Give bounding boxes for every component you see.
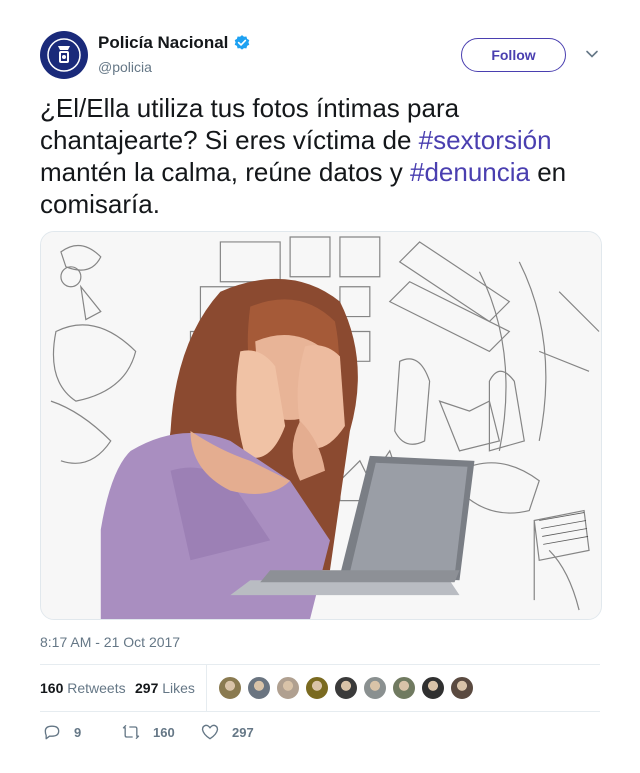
avatar[interactable] xyxy=(40,31,88,79)
chevron-down-icon[interactable] xyxy=(585,47,599,61)
liker-avatar[interactable] xyxy=(218,676,242,700)
liker-avatar[interactable] xyxy=(247,676,271,700)
reply-button[interactable]: 9 xyxy=(42,722,81,742)
liker-avatar[interactable] xyxy=(363,676,387,700)
verified-badge-icon xyxy=(235,35,250,50)
liker-avatar[interactable] xyxy=(421,676,445,700)
author-name-block[interactable]: Policía Nacional @policia xyxy=(98,33,251,75)
author-display-name[interactable]: Policía Nacional xyxy=(98,33,228,53)
liker-avatars xyxy=(218,676,474,700)
retweets-count: 160 xyxy=(40,680,64,696)
retweet-count: 160 xyxy=(153,724,175,740)
likes-stat[interactable]: 297 Likes xyxy=(135,680,195,696)
retweets-label: Retweets xyxy=(67,680,126,696)
tweet-text-segment: ¿El/Ella utiliza tus fotos íntimas para … xyxy=(40,93,460,155)
woman-laptop-illustration xyxy=(41,232,601,619)
retweets-stat[interactable]: 160 Retweets xyxy=(40,680,126,696)
tweet-text-segment: mantén la calma, reúne datos y xyxy=(40,157,410,187)
stats-divider xyxy=(206,665,207,712)
tweet-text: ¿El/Ella utiliza tus fotos íntimas para … xyxy=(40,92,605,220)
like-button[interactable]: 297 xyxy=(200,722,254,742)
likes-count: 297 xyxy=(135,680,159,696)
like-count: 297 xyxy=(232,724,254,740)
tweet-actions: 9 160 297 xyxy=(40,722,600,746)
tweet-header: Policía Nacional @policia Follow xyxy=(40,31,602,81)
reply-icon xyxy=(44,725,60,740)
tweet-stats: 160 Retweets 297 Likes xyxy=(40,664,600,712)
reply-count: 9 xyxy=(74,724,82,740)
tweet-timestamp[interactable]: 8:17 AM - 21 Oct 2017 xyxy=(40,634,180,650)
retweet-icon xyxy=(122,724,140,740)
hashtag-link-sextorsion[interactable]: #sextorsión xyxy=(419,125,552,155)
tweet-media-image[interactable] xyxy=(40,231,602,620)
liker-avatar[interactable] xyxy=(276,676,300,700)
liker-avatar[interactable] xyxy=(305,676,329,700)
police-badge-icon xyxy=(47,38,81,72)
retweet-button[interactable]: 160 xyxy=(121,722,175,742)
heart-icon xyxy=(201,724,219,740)
liker-avatar[interactable] xyxy=(450,676,474,700)
hashtag-link-denuncia[interactable]: #denuncia xyxy=(410,157,530,187)
likes-label: Likes xyxy=(162,680,195,696)
author-handle[interactable]: @policia xyxy=(98,59,251,75)
liker-avatar[interactable] xyxy=(392,676,416,700)
follow-button[interactable]: Follow xyxy=(461,38,566,72)
liker-avatar[interactable] xyxy=(334,676,358,700)
